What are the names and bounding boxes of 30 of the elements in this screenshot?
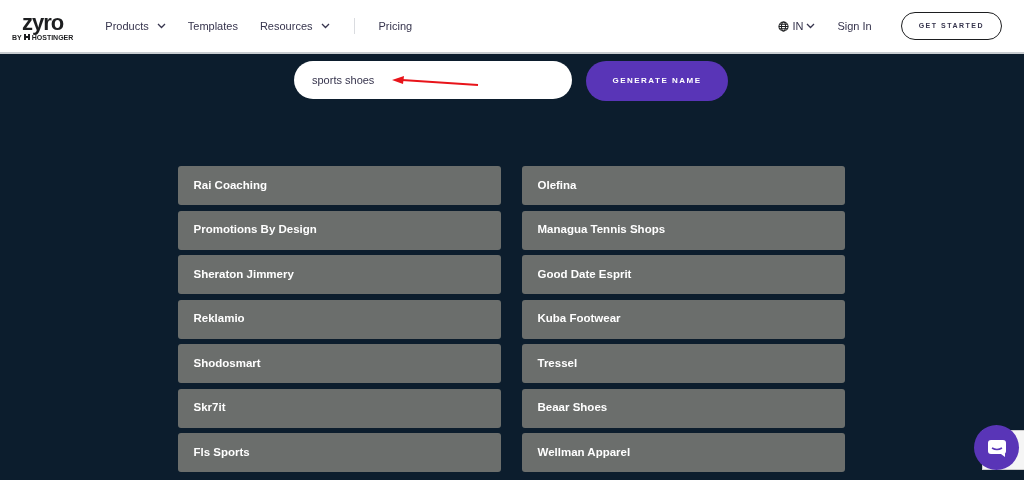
name-card[interactable]: Shodosmart: [177, 344, 501, 383]
name-card[interactable]: Wellman Apparel: [521, 433, 845, 472]
name-card[interactable]: Reklamio: [177, 299, 501, 339]
chat-icon: [986, 438, 1007, 457]
name-card[interactable]: Managua Tennis Shops: [521, 210, 845, 250]
nav-link[interactable]: Pricing: [378, 17, 413, 35]
nav-link[interactable]: Resources: [259, 17, 330, 35]
search-field[interactable]: sports shoes: [294, 61, 572, 99]
nav-link[interactable]: Templates: [187, 17, 238, 35]
name-card[interactable]: Rai Coaching: [177, 166, 501, 205]
name-card[interactable]: Good Date Esprit: [521, 255, 845, 294]
name-card[interactable]: Fls Sports: [177, 433, 501, 472]
globe-icon: [778, 20, 790, 32]
chevron-down-icon: [320, 23, 330, 29]
name-card[interactable]: Skr7it: [177, 388, 501, 428]
name-card[interactable]: Beaar Shoes: [521, 388, 845, 428]
name-card[interactable]: Promotions By Design: [177, 210, 501, 250]
chevron-down-icon: [156, 23, 166, 29]
name-card[interactable]: Kuba Footwear: [521, 299, 845, 339]
nav-link[interactable]: Products: [105, 17, 166, 35]
logo-text[interactable]: zyro: [22, 11, 64, 34]
hostinger-logo-icon: [23, 34, 30, 40]
name-card[interactable]: Sheraton Jimmery: [177, 255, 501, 294]
sign-in-link[interactable]: Sign In: [837, 17, 872, 35]
chat-button[interactable]: [974, 425, 1019, 470]
language-selector[interactable]: IN: [778, 17, 816, 35]
generate-name-button[interactable]: GENERATE NAME: [586, 61, 728, 101]
name-card[interactable]: Tressel: [521, 344, 845, 383]
name-card[interactable]: Olefina: [521, 166, 845, 205]
chevron-down-icon: [806, 23, 816, 29]
